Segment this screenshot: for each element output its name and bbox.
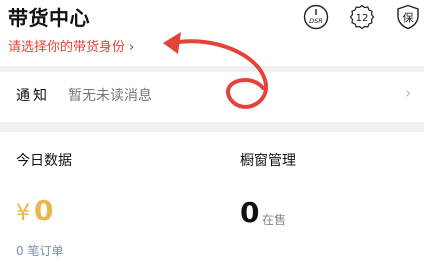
level-icon[interactable]: 12 <box>349 4 375 30</box>
page-title: 带货中心 <box>8 6 90 30</box>
on-sale-label: 在售 <box>262 213 287 227</box>
stats-panel: 今日数据 ¥0 0 笔订单 橱窗管理 0 在售 <box>0 132 424 273</box>
notice-label: 通知 <box>16 88 50 104</box>
on-sale-count[interactable]: 0 <box>240 196 259 229</box>
showcase-title[interactable]: 橱窗管理 <box>240 150 296 170</box>
today-data-title[interactable]: 今日数据 <box>16 150 72 170</box>
chevron-right-icon: › <box>129 40 135 55</box>
notice-message: 暂无未读消息 <box>68 88 152 104</box>
today-amount[interactable]: ¥0 <box>16 194 53 227</box>
notice-bar[interactable]: 通知 暂无未读消息 › <box>0 72 424 122</box>
amount-value: 0 <box>34 194 54 227</box>
today-orders[interactable]: 0 笔订单 <box>16 242 63 259</box>
chevron-right-icon: › <box>405 83 412 102</box>
guarantee-icon[interactable]: 保 <box>395 4 421 30</box>
svg-text:保: 保 <box>403 11 414 25</box>
svg-text:DSR: DSR <box>309 17 323 25</box>
currency-symbol: ¥ <box>16 201 30 226</box>
header: 带货中心 请选择你的带货身份 › DSR 12 保 <box>0 0 424 66</box>
svg-text:12: 12 <box>356 13 369 24</box>
select-role-link[interactable]: 请选择你的带货身份 › <box>8 36 134 55</box>
select-role-label: 请选择你的带货身份 <box>8 40 126 55</box>
dsr-icon[interactable]: DSR <box>303 4 329 30</box>
